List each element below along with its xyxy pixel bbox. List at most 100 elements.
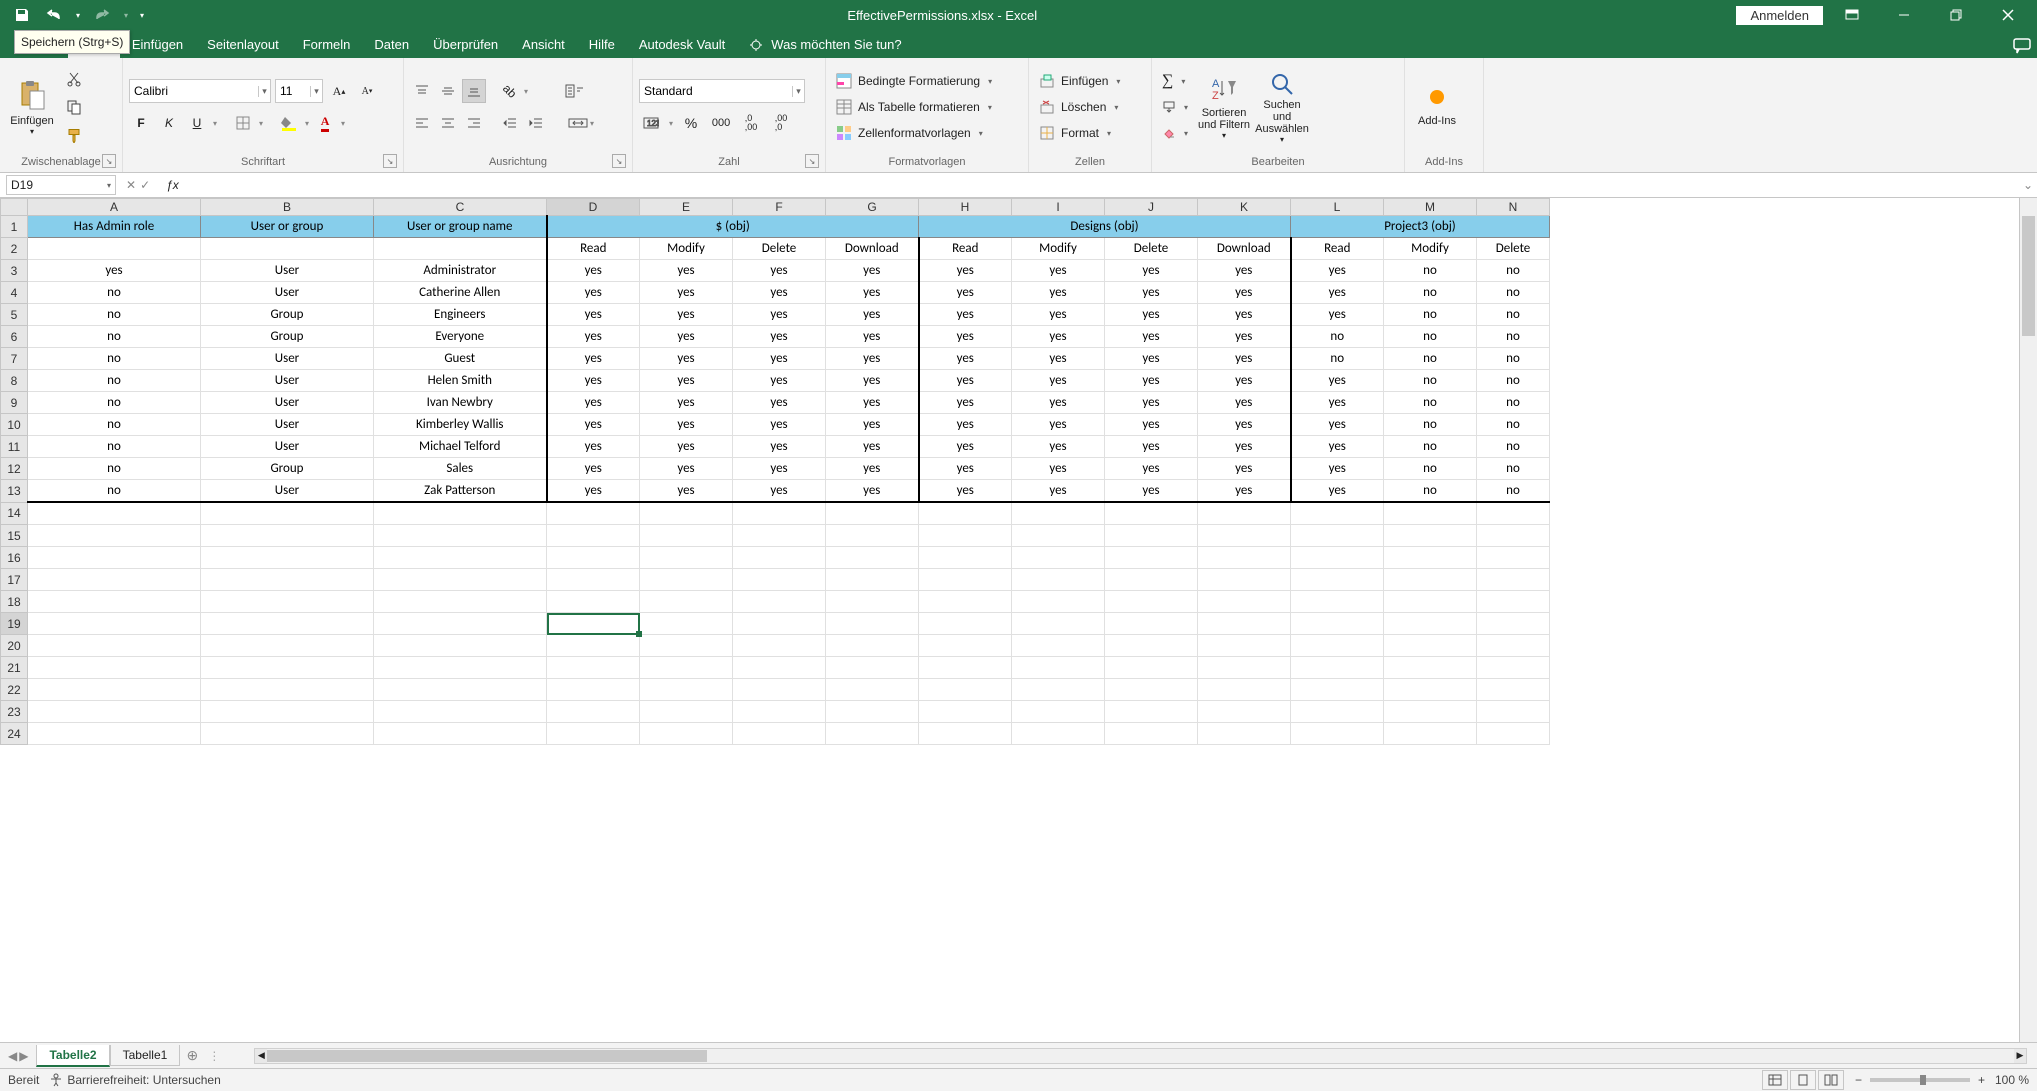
- table-cell[interactable]: no: [28, 458, 201, 480]
- table-cell[interactable]: [1012, 569, 1105, 591]
- table-cell[interactable]: Download: [1198, 238, 1291, 260]
- table-cell[interactable]: yes: [826, 392, 919, 414]
- table-cell[interactable]: yes: [547, 458, 640, 480]
- conditional-formatting-button[interactable]: Bedingte Formatierung▾: [832, 70, 996, 92]
- row-header[interactable]: 1: [1, 216, 28, 238]
- table-cell[interactable]: [640, 723, 733, 745]
- table-cell[interactable]: yes: [1012, 348, 1105, 370]
- table-cell[interactable]: yes: [640, 282, 733, 304]
- col-header[interactable]: B: [201, 199, 374, 216]
- table-cell[interactable]: yes: [1198, 326, 1291, 348]
- table-cell[interactable]: yes: [1198, 392, 1291, 414]
- table-cell[interactable]: User: [201, 414, 374, 436]
- table-cell[interactable]: no: [1477, 458, 1550, 480]
- table-cell[interactable]: no: [1384, 348, 1477, 370]
- addins-button[interactable]: Add-Ins: [1411, 70, 1463, 144]
- table-cell[interactable]: yes: [1012, 282, 1105, 304]
- table-cell[interactable]: yes: [1198, 458, 1291, 480]
- table-cell[interactable]: yes: [733, 414, 826, 436]
- table-cell[interactable]: yes: [733, 480, 826, 503]
- table-cell[interactable]: yes: [826, 370, 919, 392]
- table-cell[interactable]: yes: [640, 304, 733, 326]
- col-header[interactable]: G: [826, 199, 919, 216]
- sort-filter-button[interactable]: AZ Sortieren und Filtern▾: [1198, 70, 1250, 144]
- table-cell[interactable]: yes: [1198, 282, 1291, 304]
- format-painter-button[interactable]: [62, 123, 86, 147]
- table-cell[interactable]: yes: [919, 260, 1012, 282]
- qat-customize[interactable]: ▾: [136, 3, 148, 27]
- table-cell[interactable]: no: [28, 370, 201, 392]
- table-cell[interactable]: yes: [919, 348, 1012, 370]
- table-cell[interactable]: [28, 569, 201, 591]
- table-cell[interactable]: [640, 679, 733, 701]
- table-cell[interactable]: Modify: [1384, 238, 1477, 260]
- table-cell[interactable]: [28, 591, 201, 613]
- table-cell[interactable]: yes: [1198, 480, 1291, 503]
- table-cell[interactable]: no: [28, 392, 201, 414]
- col-header[interactable]: N: [1477, 199, 1550, 216]
- table-cell[interactable]: Kimberley Wallis: [374, 414, 547, 436]
- table-cell[interactable]: Modify: [1012, 238, 1105, 260]
- wrap-text-button[interactable]: [560, 79, 590, 103]
- table-cell[interactable]: yes: [640, 370, 733, 392]
- table-cell[interactable]: [640, 525, 733, 547]
- merge-center-button[interactable]: ▾: [560, 111, 602, 135]
- table-cell[interactable]: [28, 657, 201, 679]
- font-name-combo[interactable]: ▾: [129, 79, 271, 103]
- table-cell[interactable]: yes: [919, 458, 1012, 480]
- table-cell[interactable]: Everyone: [374, 326, 547, 348]
- table-cell[interactable]: yes: [826, 458, 919, 480]
- col-header[interactable]: L: [1291, 199, 1384, 216]
- comma-button[interactable]: 000: [709, 111, 733, 135]
- table-cell[interactable]: [1291, 569, 1384, 591]
- table-cell[interactable]: yes: [1198, 260, 1291, 282]
- row-header[interactable]: 10: [1, 414, 28, 436]
- table-cell[interactable]: Has Admin role: [28, 216, 201, 238]
- align-middle-button[interactable]: [436, 79, 460, 103]
- table-cell[interactable]: [1012, 679, 1105, 701]
- align-center-button[interactable]: [436, 111, 460, 135]
- table-cell[interactable]: [1477, 547, 1550, 569]
- table-cell[interactable]: [1384, 635, 1477, 657]
- table-cell[interactable]: [1384, 657, 1477, 679]
- table-cell[interactable]: Zak Patterson: [374, 480, 547, 503]
- table-cell[interactable]: Project3 (obj): [1291, 216, 1550, 238]
- table-cell[interactable]: [547, 613, 640, 635]
- row-header[interactable]: 13: [1, 480, 28, 503]
- table-cell[interactable]: [733, 525, 826, 547]
- table-cell[interactable]: Engineers: [374, 304, 547, 326]
- fill-color-button[interactable]: [277, 111, 301, 135]
- cell-styles-button[interactable]: Zellenformatvorlagen▾: [832, 122, 996, 144]
- row-header[interactable]: 17: [1, 569, 28, 591]
- table-cell[interactable]: [1384, 591, 1477, 613]
- table-cell[interactable]: no: [1477, 436, 1550, 458]
- table-cell[interactable]: no: [1291, 348, 1384, 370]
- table-cell[interactable]: yes: [1105, 480, 1198, 503]
- table-cell[interactable]: yes: [640, 260, 733, 282]
- table-cell[interactable]: no: [1384, 458, 1477, 480]
- table-cell[interactable]: yes: [1105, 436, 1198, 458]
- row-header[interactable]: 14: [1, 502, 28, 525]
- table-cell[interactable]: [1291, 657, 1384, 679]
- table-cell[interactable]: yes: [1012, 370, 1105, 392]
- table-cell[interactable]: [1198, 723, 1291, 745]
- table-cell[interactable]: [1012, 657, 1105, 679]
- table-cell[interactable]: [374, 238, 547, 260]
- table-cell[interactable]: no: [1477, 370, 1550, 392]
- table-cell[interactable]: [1012, 613, 1105, 635]
- table-cell[interactable]: [1291, 591, 1384, 613]
- table-cell[interactable]: [1198, 701, 1291, 723]
- table-cell[interactable]: yes: [640, 436, 733, 458]
- table-cell[interactable]: yes: [547, 304, 640, 326]
- table-cell[interactable]: [201, 613, 374, 635]
- table-cell[interactable]: User: [201, 282, 374, 304]
- table-cell[interactable]: User: [201, 348, 374, 370]
- table-cell[interactable]: [1198, 525, 1291, 547]
- table-cell[interactable]: [733, 701, 826, 723]
- table-cell[interactable]: yes: [733, 370, 826, 392]
- table-cell[interactable]: yes: [1105, 326, 1198, 348]
- table-cell[interactable]: [1198, 502, 1291, 525]
- row-header[interactable]: 2: [1, 238, 28, 260]
- table-cell[interactable]: Read: [919, 238, 1012, 260]
- horizontal-scrollbar[interactable]: ◀▶: [254, 1048, 2027, 1064]
